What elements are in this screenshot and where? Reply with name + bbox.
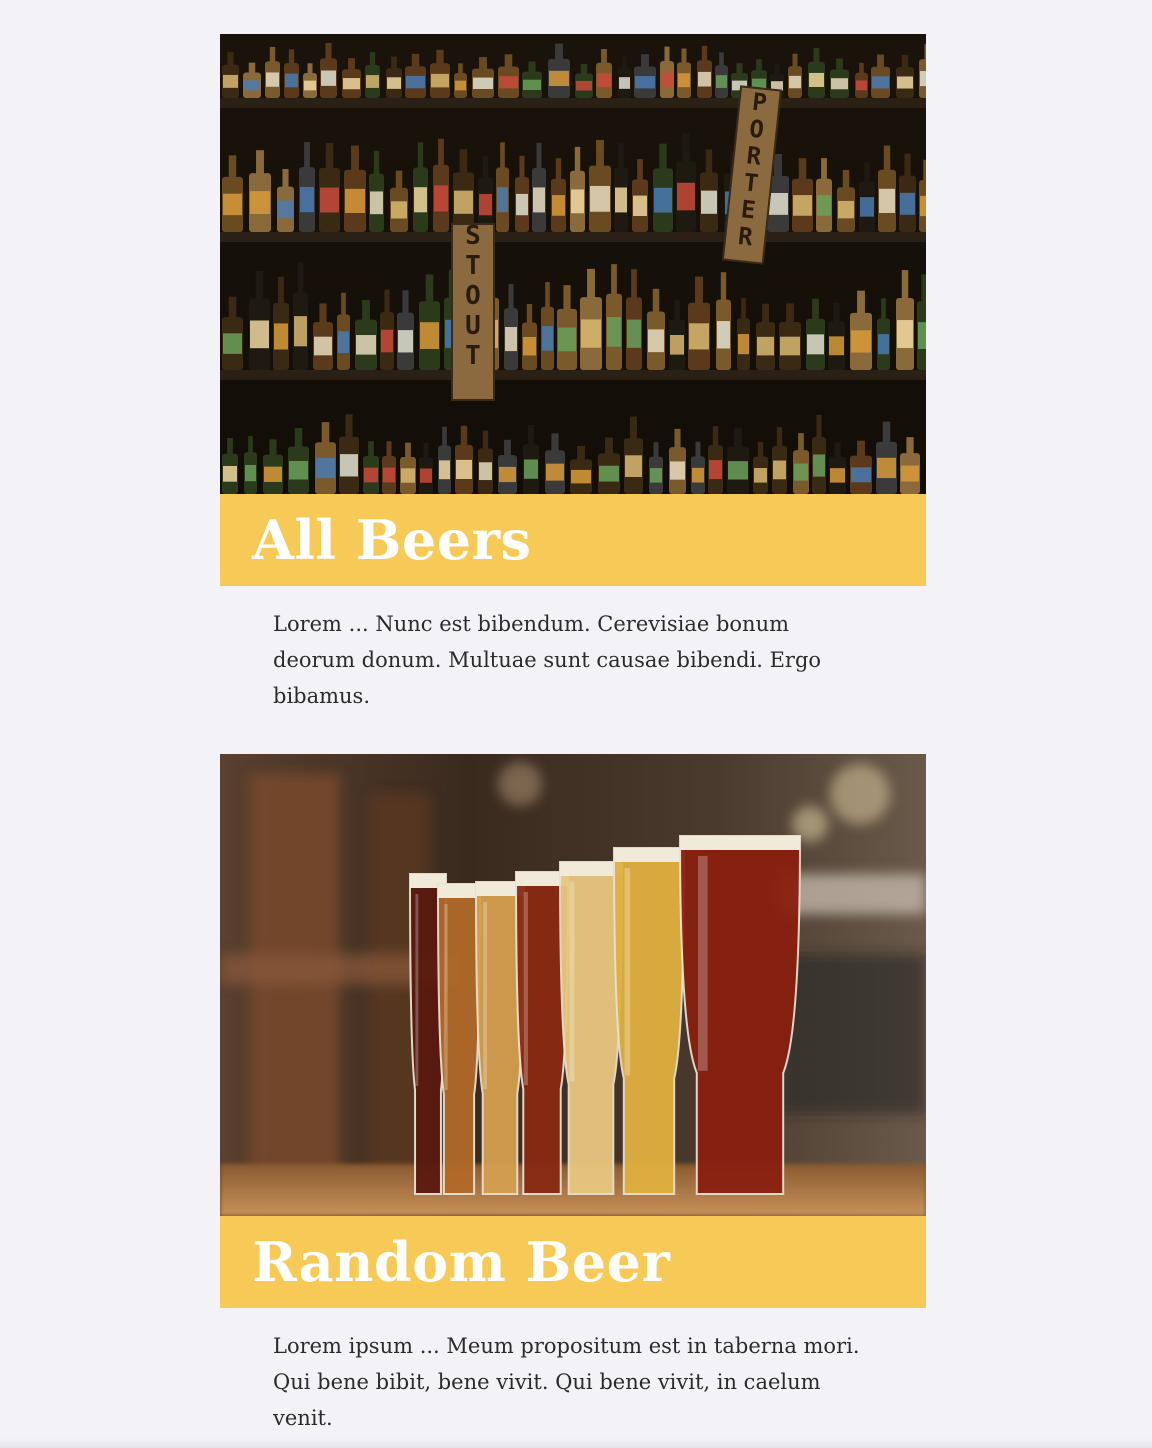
- shelf: [220, 98, 926, 108]
- card-description: Lorem ... Nunc est bibendum. Cerevisiae …: [273, 612, 822, 708]
- card-title[interactable]: All Beers: [252, 508, 531, 572]
- card-title-banner[interactable]: All Beers: [220, 494, 926, 586]
- random-beer-card[interactable]: Random Beer: [220, 754, 926, 1308]
- shelf: [220, 370, 926, 380]
- card-description: Lorem ipsum ... Meum propositum est in t…: [273, 1334, 860, 1430]
- all-beers-card[interactable]: STOUT PORTER All Beers: [220, 34, 926, 586]
- beer-shelves-photo: STOUT PORTER: [220, 34, 926, 494]
- beer-shelves-image: STOUT PORTER: [220, 34, 926, 494]
- card-title[interactable]: Random Beer: [252, 1230, 670, 1294]
- beer-glasses-photo: [220, 754, 926, 1216]
- card-title-banner[interactable]: Random Beer: [220, 1216, 926, 1308]
- svg-text:STOUT: STOUT: [465, 221, 481, 371]
- scroll-shadow: [0, 1438, 1152, 1448]
- beer-glasses-image: [220, 754, 926, 1216]
- stout-sign: STOUT: [451, 221, 495, 401]
- shelf: [220, 232, 926, 242]
